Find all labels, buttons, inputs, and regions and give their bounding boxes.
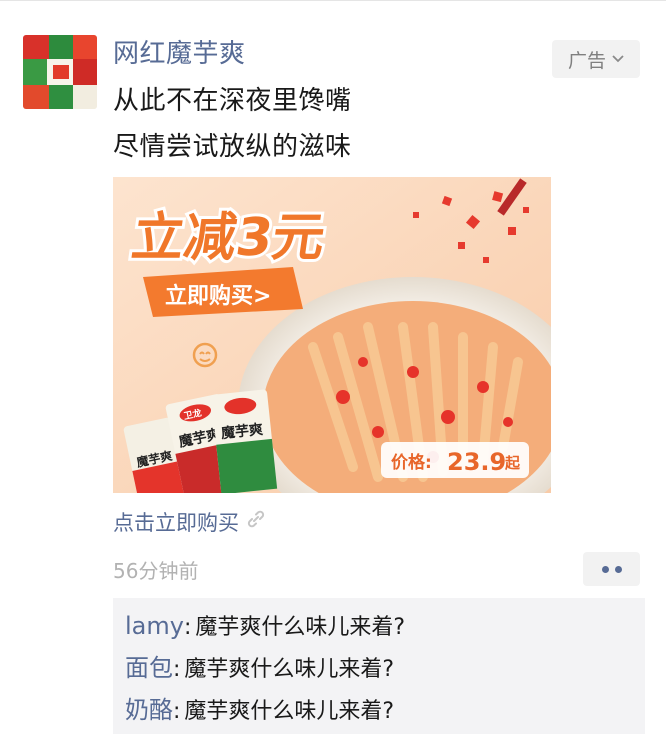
ad-cta-text: 立即购买> <box>165 283 271 309</box>
svg-text:起: 起 <box>504 454 521 472</box>
ad-headline: 立减3元 <box>128 208 329 268</box>
chevron-down-icon <box>612 55 624 63</box>
more-dot-icon <box>614 565 622 573</box>
comment-separator: : <box>173 699 181 724</box>
top-divider <box>0 0 666 1</box>
comment-user[interactable]: lamy <box>125 606 184 647</box>
comment-user[interactable]: 奶酪 <box>125 690 173 731</box>
buy-now-link[interactable]: 点击立即购买 <box>113 508 267 538</box>
ad-label-text: 广告 <box>567 49 606 72</box>
post-timestamp: 56分钟前 <box>113 559 199 583</box>
more-dot-icon <box>601 565 609 573</box>
comment-text: 魔芋爽什么味儿来着? <box>184 699 395 724</box>
avatar[interactable] <box>23 35 97 109</box>
ad-label-button[interactable]: 广告 <box>552 40 640 78</box>
author-name[interactable]: 网红魔芋爽 <box>113 38 246 70</box>
comment-row[interactable]: lamy : 魔芋爽什么味儿来着? <box>125 606 633 648</box>
post-text-line: 从此不在深夜里馋嘴 <box>113 86 352 116</box>
comment-separator: : <box>183 615 192 640</box>
svg-text:23.9: 23.9 <box>447 448 506 476</box>
more-options-button[interactable] <box>583 552 640 586</box>
price-tag: 价格: 23.9 起 <box>381 442 529 478</box>
comment-row[interactable]: 面包 : 魔芋爽什么味儿来着? <box>125 648 633 690</box>
svg-text:价格:: 价格: <box>391 452 432 473</box>
comment-text: 魔芋爽什么味儿来着? <box>184 657 395 682</box>
ad-banner-image[interactable]: 立减3元 立减3元 立即购买> 魔芋爽 卫龙 魔芋爽 魔芋爽 价格: 23.9 … <box>113 177 551 493</box>
comments-panel: lamy : 魔芋爽什么味儿来着? 面包 : 魔芋爽什么味儿来着? 奶酪 : 魔… <box>113 598 645 734</box>
comment-separator: : <box>173 657 181 682</box>
comment-row[interactable]: 奶酪 : 魔芋爽什么味儿来着? <box>125 690 633 732</box>
comment-text: 魔芋爽什么味儿来着? <box>195 615 406 640</box>
post-text-line: 尽情尝试放纵的滋味 <box>113 132 352 162</box>
link-icon <box>245 508 267 538</box>
buy-now-link-text: 点击立即购买 <box>113 511 239 535</box>
comment-user[interactable]: 面包 <box>125 648 173 689</box>
